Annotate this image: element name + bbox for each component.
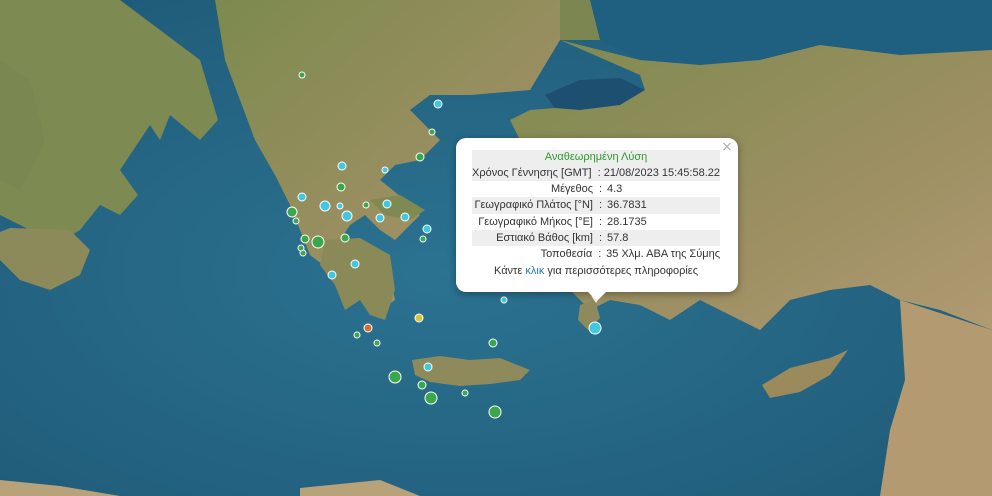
quake-marker[interactable] [381, 166, 389, 174]
detail-value: 21/08/2023 15:45:58.22 [603, 167, 720, 179]
detail-row: Χρόνος Γέννησης [GMT] : 21/08/2023 15:45… [472, 165, 720, 182]
quake-marker[interactable] [588, 321, 602, 335]
detail-row: Γεωγραφικό Μήκος [°E] : 28.1735 [472, 214, 720, 230]
detail-label: Μέγεθος [550, 183, 593, 196]
quake-marker[interactable] [327, 270, 337, 280]
quake-marker[interactable] [488, 405, 502, 419]
detail-value: 35 Χλμ. ΑΒΑ της Σύμης [606, 247, 720, 260]
quake-marker[interactable] [336, 182, 346, 192]
quake-marker[interactable] [341, 210, 353, 222]
more-info-line: Κάντε κλικ για περισσότερες πληροφορίες [472, 265, 720, 277]
quake-marker[interactable] [340, 233, 350, 243]
detail-row: Εστιακό Βάθος [km] : 57.8 [472, 229, 720, 246]
detail-label: Εστιακό Βάθος [km] [496, 231, 593, 244]
quake-marker[interactable] [297, 244, 305, 252]
quake-marker[interactable] [350, 259, 360, 269]
quake-marker[interactable] [428, 128, 436, 136]
detail-value: 57.8 [607, 231, 629, 244]
quake-marker[interactable] [375, 213, 385, 223]
quake-marker[interactable] [488, 338, 498, 348]
quake-marker[interactable] [362, 201, 370, 209]
quake-marker[interactable] [336, 202, 344, 210]
popup-title: Αναθεωρημένη Λύση [472, 150, 720, 165]
detail-separator: : [599, 199, 603, 212]
close-icon[interactable]: × [720, 140, 734, 154]
quake-marker[interactable] [415, 152, 425, 162]
quake-marker[interactable] [400, 212, 410, 222]
quake-marker[interactable] [382, 199, 392, 209]
quake-marker[interactable] [500, 296, 508, 304]
more-info-suffix: για περισσότερες πληροφορίες [547, 265, 698, 277]
event-details-table: Χρόνος Γέννησης [GMT] : 21/08/2023 15:45… [472, 165, 720, 262]
quake-marker[interactable] [419, 235, 427, 243]
quake-marker[interactable] [417, 380, 427, 390]
quake-marker[interactable] [311, 235, 325, 249]
detail-separator: : [599, 215, 603, 228]
detail-value: 4.3 [607, 183, 623, 196]
quake-marker[interactable] [414, 313, 424, 323]
quake-marker[interactable] [298, 71, 306, 79]
detail-label: Χρόνος Γέννησης [GMT] [472, 167, 592, 179]
detail-row: Μέγεθος : 4.3 [472, 181, 720, 197]
detail-separator: : [599, 231, 603, 244]
detail-separator: : [598, 247, 602, 260]
quake-marker[interactable] [353, 331, 361, 339]
detail-label: Γεωγραφικό Μήκος [°E] [478, 215, 593, 228]
popup-pointer [588, 292, 606, 301]
quake-marker[interactable] [373, 339, 381, 347]
detail-value: 28.1735 [607, 215, 647, 228]
quake-marker[interactable] [433, 99, 443, 109]
quake-marker[interactable] [297, 192, 307, 202]
detail-row: Τοποθεσία : 35 Χλμ. ΑΒΑ της Σύμης [472, 246, 720, 262]
detail-row: Γεωγραφικό Πλάτος [°N] : 36.7831 [472, 197, 720, 214]
quake-marker[interactable] [461, 389, 469, 397]
quake-marker[interactable] [286, 206, 298, 218]
quake-marker[interactable] [292, 217, 300, 225]
detail-label: Γεωγραφικό Πλάτος [°N] [474, 199, 593, 212]
quake-marker[interactable] [337, 161, 347, 171]
more-info-prefix: Κάντε [494, 265, 523, 277]
quake-marker[interactable] [363, 323, 373, 333]
more-info-link[interactable]: κλικ [525, 265, 544, 277]
quake-marker[interactable] [388, 370, 402, 384]
quake-marker[interactable] [423, 362, 433, 372]
detail-separator: : [599, 183, 603, 196]
quake-marker[interactable] [422, 224, 432, 234]
quake-marker[interactable] [424, 391, 438, 405]
event-popup: × Αναθεωρημένη Λύση Χρόνος Γέννησης [GMT… [456, 138, 738, 301]
quake-marker[interactable] [300, 234, 310, 244]
detail-value: 36.7831 [607, 199, 647, 212]
quake-marker[interactable] [319, 200, 331, 212]
detail-label: Τοποθεσία [540, 247, 593, 260]
